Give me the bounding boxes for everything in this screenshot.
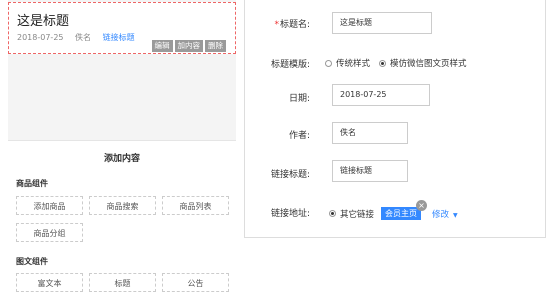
close-icon[interactable]: × (416, 200, 428, 211)
rich-text-button[interactable]: 富文本 (16, 273, 83, 292)
add-content-button[interactable]: 加内容 (174, 40, 203, 52)
group-title-rich: 图文组件 (16, 257, 48, 266)
link-address-row: 其它链接 会员主页 × 修改 ▼ (329, 200, 458, 220)
radio-checked-icon (379, 59, 387, 67)
goods-search-button[interactable]: 商品搜索 (89, 196, 156, 215)
template-option-traditional[interactable]: 传统样式 (325, 57, 370, 69)
preview-meta: 2018-07-25 佚名 链接标题 (17, 32, 144, 43)
radio-icon (325, 59, 332, 67)
title-edit-form: *标题名: 这是标题 标题模版: 传统样式 模仿微信图文页样式 日期: 2018… (244, 0, 546, 238)
goods-list-button[interactable]: 商品列表 (162, 196, 229, 215)
link-address-label: 链接地址: (270, 209, 310, 219)
edit-button[interactable]: 编辑 (151, 40, 173, 52)
add-content-panel: 添加内容 商品组件 添加商品 商品搜索 商品列表 商品分组 图文组件 富文本 标… (8, 140, 236, 305)
date-input[interactable]: 2018-07-25 (332, 84, 430, 106)
template-label: 标题模版: (270, 60, 310, 70)
delete-button[interactable]: 删除 (205, 40, 226, 52)
add-content-title: 添加内容 (103, 154, 140, 164)
title-component-button[interactable]: 标题 (89, 273, 156, 292)
preview-date: 2018-07-25 (17, 33, 64, 42)
template-option-wechat[interactable]: 模仿微信图文页样式 (379, 57, 467, 69)
title-name-label: *标题名: (274, 20, 310, 30)
author-label: 作者: (288, 131, 310, 141)
author-input[interactable]: 佚名 (332, 122, 408, 144)
preview-author: 佚名 (75, 33, 92, 42)
title-component-preview[interactable]: 这是标题 2018-07-25 佚名 链接标题 编辑 加内容 删除 (8, 2, 236, 54)
preview-link[interactable]: 链接标题 (103, 33, 135, 42)
preview-actions: 编辑 加内容 删除 (151, 40, 226, 52)
notice-button[interactable]: 公告 (162, 273, 229, 292)
edit-link-button[interactable]: 修改 ▼ (432, 208, 458, 220)
link-tag: 会员主页 × (381, 200, 428, 220)
radio-checked-icon (329, 210, 336, 217)
title-name-input[interactable]: 这是标题 (332, 12, 432, 34)
link-title-input[interactable]: 链接标题 (332, 160, 408, 182)
group-title-goods: 商品组件 (16, 179, 48, 188)
date-label: 日期: (288, 94, 310, 104)
caret-down-icon: ▼ (453, 211, 458, 219)
preview-title: 这是标题 (17, 14, 70, 29)
add-goods-button[interactable]: 添加商品 (16, 196, 83, 215)
goods-group-button[interactable]: 商品分组 (16, 223, 83, 242)
link-title-label: 链接标题: (270, 170, 310, 180)
link-option-other[interactable]: 其它链接 (329, 208, 374, 220)
template-radio-group: 传统样式 模仿微信图文页样式 (325, 57, 476, 69)
